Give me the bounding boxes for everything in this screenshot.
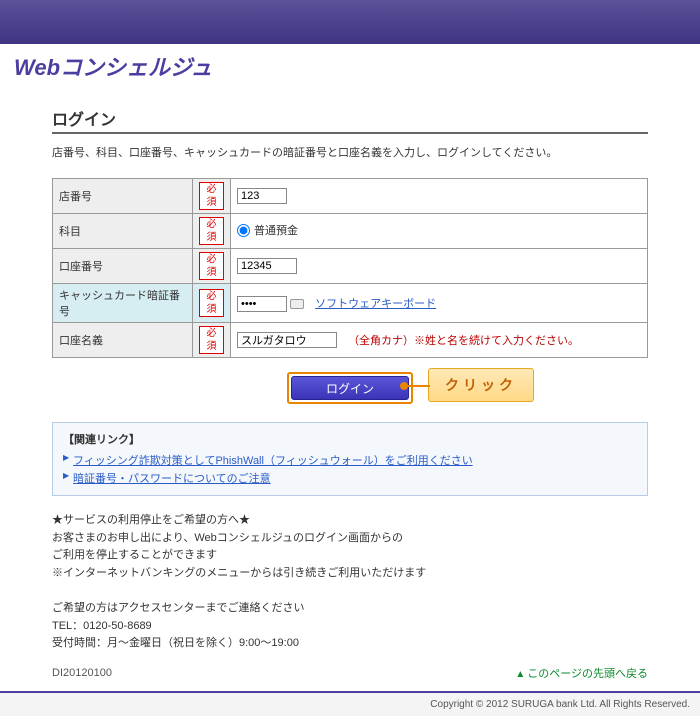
login-button-highlight: ログイン [287, 372, 413, 404]
service-notice: ★サービスの利用停止をご希望の方へ★ お客さまのお申し出により、Webコンシェル… [52, 512, 648, 653]
footer-copyright: Copyright © 2012 SURUGA bank Ltd. All Ri… [0, 691, 700, 716]
required-badge: 必須 [199, 326, 224, 354]
notice-line: ご希望の方はアクセスセンターまでご連絡ください [52, 600, 648, 618]
notice-line: TEL：0120-50-8689 [52, 618, 648, 636]
back-to-top-link[interactable]: このページの先頭へ戻る [527, 668, 648, 680]
notice-line: ★サービスの利用停止をご希望の方へ★ [52, 512, 648, 530]
pin-input[interactable] [237, 296, 287, 312]
notice-line: ご利用を停止することができます [52, 547, 648, 565]
instruction-text: 店番号、科目、口座番号、キャッシュカードの暗証番号と口座名義を入力し、ログインし… [52, 144, 648, 160]
required-badge: 必須 [199, 289, 224, 317]
label-pin: キャッシュカード暗証番号 [53, 284, 193, 323]
account-name-note: （全角カナ）※姓と名を続けて入力ください。 [348, 335, 579, 347]
subject-option-label: 普通預金 [254, 222, 298, 238]
label-subject: 科目 [53, 214, 193, 249]
related-links-title: 【関連リンク】 [63, 431, 637, 447]
page-title: ログイン [52, 106, 648, 134]
related-link-phishwall[interactable]: フィッシング詐欺対策としてPhishWall（フィッシュウォール）をご利用くださ… [63, 451, 637, 469]
related-links-box: 【関連リンク】 フィッシング詐欺対策としてPhishWall（フィッシュウォール… [52, 422, 648, 496]
label-store-no: 店番号 [53, 179, 193, 214]
required-badge: 必須 [199, 217, 224, 245]
account-name-input[interactable] [237, 332, 337, 348]
notice-line: お客さまのお申し出により、Webコンシェルジュのログイン画面からの [52, 530, 648, 548]
callout-line-icon [406, 385, 430, 387]
callout-label: クリック [428, 368, 534, 402]
required-badge: 必須 [199, 182, 224, 210]
label-account-no: 口座番号 [53, 249, 193, 284]
required-badge: 必須 [199, 252, 224, 280]
notice-line: 受付時間：月～金曜日（祝日を除く）9:00～19:00 [52, 635, 648, 653]
login-button[interactable]: ログイン [291, 376, 409, 400]
login-form-table: 店番号 必須 科目 必須 普通預金 口座番号 必須 キ [52, 178, 648, 358]
header-band [0, 0, 700, 44]
logo: Webコンシェルジュ [0, 44, 700, 88]
arrow-up-icon: ▲ [515, 669, 525, 680]
click-callout: クリック [428, 368, 534, 402]
notice-line: ※インターネットバンキングのメニューからは引き続きご利用いただけます [52, 565, 648, 583]
subject-radio[interactable] [237, 224, 250, 237]
keyboard-icon [290, 299, 304, 309]
store-no-input[interactable] [237, 188, 287, 204]
account-no-input[interactable] [237, 258, 297, 274]
related-link-password[interactable]: 暗証番号・パスワードについてのご注意 [63, 469, 637, 487]
label-account-name: 口座名義 [53, 323, 193, 358]
software-keyboard-link[interactable]: ソフトウェアキーボード [315, 298, 436, 310]
